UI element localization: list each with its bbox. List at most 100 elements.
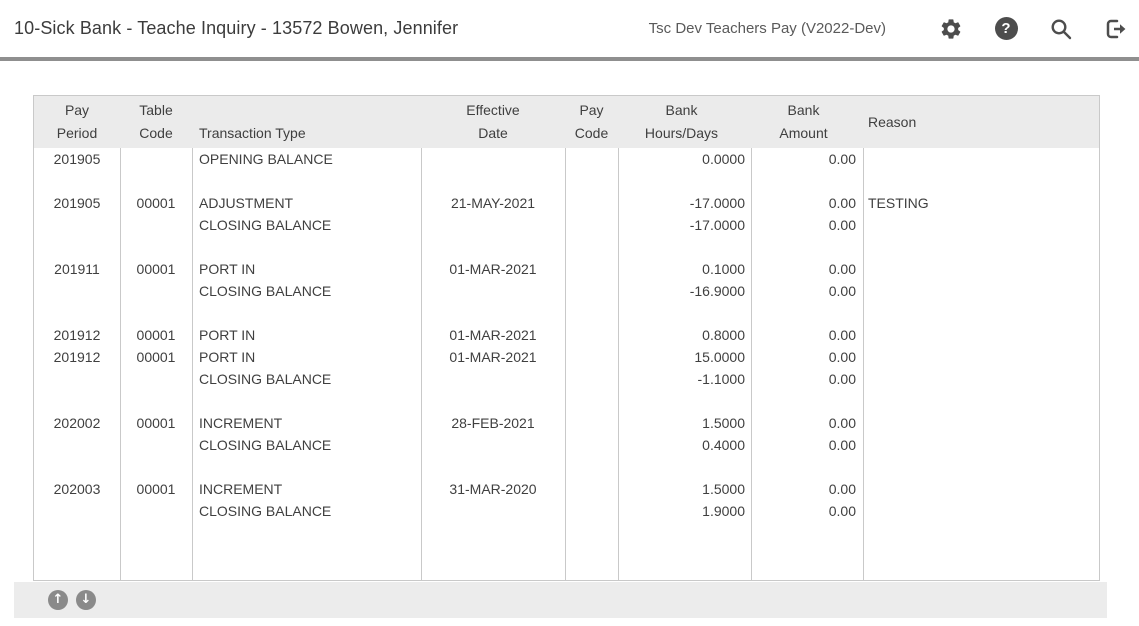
cell-pay-code — [565, 368, 618, 390]
cell-effective-date — [421, 214, 565, 236]
cell-reason — [863, 390, 1099, 412]
table-row[interactable] — [34, 170, 1099, 192]
cell-reason — [863, 500, 1099, 522]
cell-bank-amount: 0.00 — [751, 434, 863, 456]
cell-bank-hours-days: 1.5000 — [618, 412, 751, 434]
cell-effective-date — [421, 368, 565, 390]
table-row[interactable]: CLOSING BALANCE 1.9000 0.00 — [34, 500, 1099, 522]
cell-bank-hours-days: -1.1000 — [618, 368, 751, 390]
settings-gear-icon[interactable] — [939, 17, 963, 41]
logout-icon[interactable] — [1104, 17, 1128, 41]
cell-transaction-type: INCREMENT — [192, 412, 421, 434]
column-divider — [120, 148, 121, 580]
title-divider — [0, 57, 1139, 61]
cell-bank-amount: 0.00 — [751, 346, 863, 368]
cell-transaction-type: CLOSING BALANCE — [192, 214, 421, 236]
environment-label: Tsc Dev Teachers Pay (V2022-Dev) — [649, 20, 886, 37]
column-divider — [618, 148, 619, 580]
table-body: 201905 OPENING BALANCE 0.0000 0.00 20190… — [34, 148, 1099, 580]
table-row[interactable] — [34, 390, 1099, 412]
cell-reason — [863, 302, 1099, 324]
cell-transaction-type — [192, 302, 421, 324]
cell-reason — [863, 456, 1099, 478]
cell-bank-hours-days: 0.1000 — [618, 258, 751, 280]
cell-table-code: 00001 — [120, 346, 192, 368]
cell-table-code: 00001 — [120, 412, 192, 434]
cell-reason — [863, 346, 1099, 368]
table-row[interactable]: 202003 00001 INCREMENT 31-MAR-2020 1.500… — [34, 478, 1099, 500]
cell-bank-amount — [751, 390, 863, 412]
table-row[interactable] — [34, 236, 1099, 258]
cell-pay-period — [34, 456, 120, 478]
cell-transaction-type: CLOSING BALANCE — [192, 434, 421, 456]
cell-transaction-type — [192, 456, 421, 478]
cell-effective-date — [421, 280, 565, 302]
cell-effective-date: 01-MAR-2021 — [421, 324, 565, 346]
column-divider — [565, 148, 566, 580]
table-row[interactable]: 201912 00001 PORT IN 01-MAR-2021 15.0000… — [34, 346, 1099, 368]
table-row[interactable] — [34, 302, 1099, 324]
table-row[interactable]: CLOSING BALANCE -17.0000 0.00 — [34, 214, 1099, 236]
cell-bank-amount: 0.00 — [751, 368, 863, 390]
cell-table-code — [120, 214, 192, 236]
scroll-up-button[interactable]: ↑ — [48, 590, 68, 610]
cell-reason: TESTING — [863, 192, 1099, 214]
cell-pay-period: 201912 — [34, 324, 120, 346]
scroll-down-button[interactable]: ↓ — [76, 590, 96, 610]
table-row[interactable]: CLOSING BALANCE -16.9000 0.00 — [34, 280, 1099, 302]
cell-pay-code — [565, 412, 618, 434]
table-row[interactable]: 201912 00001 PORT IN 01-MAR-2021 0.8000 … — [34, 324, 1099, 346]
cell-pay-code — [565, 280, 618, 302]
cell-transaction-type: INCREMENT — [192, 478, 421, 500]
table-row[interactable]: 202002 00001 INCREMENT 28-FEB-2021 1.500… — [34, 412, 1099, 434]
cell-bank-amount: 0.00 — [751, 478, 863, 500]
table-row[interactable] — [34, 456, 1099, 478]
cell-reason — [863, 434, 1099, 456]
column-divider — [751, 148, 752, 580]
cell-pay-code — [565, 236, 618, 258]
cell-pay-period — [34, 302, 120, 324]
help-icon[interactable]: ? — [994, 17, 1018, 41]
cell-bank-hours-days — [618, 302, 751, 324]
transactions-table: Pay Period Table Code Transaction Type E… — [33, 95, 1100, 581]
cell-pay-period: 201911 — [34, 258, 120, 280]
cell-transaction-type: CLOSING BALANCE — [192, 368, 421, 390]
cell-bank-amount — [751, 456, 863, 478]
cell-table-code — [120, 434, 192, 456]
cell-reason — [863, 324, 1099, 346]
cell-bank-hours-days: -17.0000 — [618, 192, 751, 214]
cell-reason — [863, 280, 1099, 302]
cell-effective-date: 31-MAR-2020 — [421, 478, 565, 500]
cell-table-code — [120, 456, 192, 478]
cell-effective-date — [421, 390, 565, 412]
search-icon[interactable] — [1049, 17, 1073, 41]
cell-pay-code — [565, 346, 618, 368]
scroll-toolbar: ↑ ↓ — [14, 582, 1107, 618]
column-header-transaction-type: Transaction Type — [192, 96, 421, 148]
table-row[interactable]: 201905 OPENING BALANCE 0.0000 0.00 — [34, 148, 1099, 170]
table-row[interactable]: CLOSING BALANCE 0.4000 0.00 — [34, 434, 1099, 456]
column-header-pay-period: Pay Period — [34, 96, 120, 148]
cell-table-code — [120, 280, 192, 302]
cell-bank-hours-days — [618, 390, 751, 412]
cell-reason — [863, 170, 1099, 192]
cell-reason — [863, 214, 1099, 236]
cell-reason — [863, 368, 1099, 390]
table-row[interactable]: 201905 00001 ADJUSTMENT 21-MAY-2021 -17.… — [34, 192, 1099, 214]
cell-bank-amount: 0.00 — [751, 214, 863, 236]
cell-reason — [863, 412, 1099, 434]
cell-pay-code — [565, 258, 618, 280]
cell-bank-hours-days: 0.0000 — [618, 148, 751, 170]
table-row[interactable]: 201911 00001 PORT IN 01-MAR-2021 0.1000 … — [34, 258, 1099, 280]
cell-effective-date — [421, 170, 565, 192]
cell-effective-date: 01-MAR-2021 — [421, 346, 565, 368]
cell-pay-code — [565, 324, 618, 346]
cell-bank-hours-days — [618, 236, 751, 258]
cell-transaction-type: PORT IN — [192, 324, 421, 346]
table-row[interactable]: CLOSING BALANCE -1.1000 0.00 — [34, 368, 1099, 390]
column-header-table-code: Table Code — [120, 96, 192, 148]
cell-reason — [863, 258, 1099, 280]
cell-bank-amount — [751, 302, 863, 324]
cell-transaction-type — [192, 236, 421, 258]
cell-bank-amount: 0.00 — [751, 500, 863, 522]
